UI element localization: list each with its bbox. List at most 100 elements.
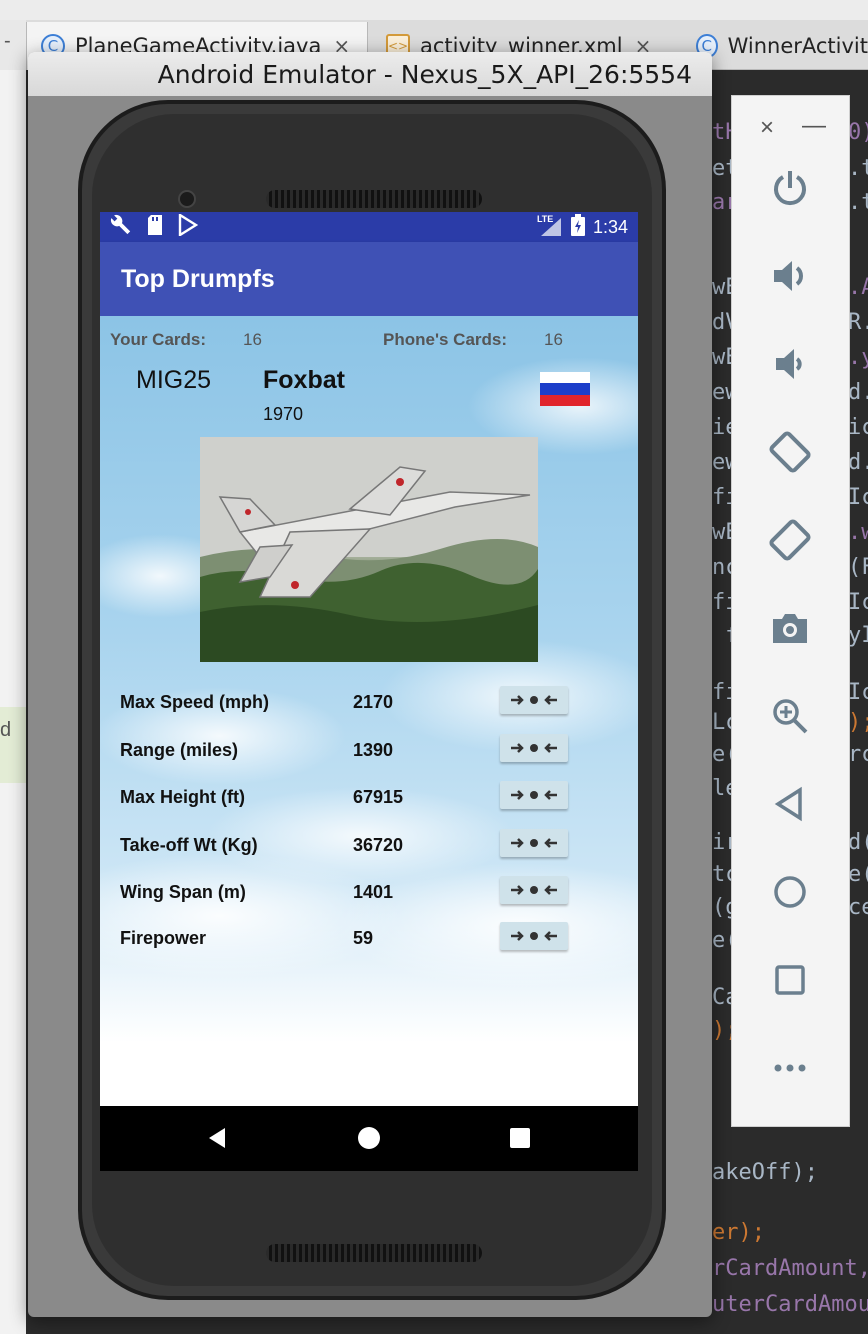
stat-label: Max Speed (mph)	[120, 692, 270, 712]
code-line: .A	[848, 275, 868, 300]
stat-value: 1401	[353, 882, 394, 902]
compare-icon	[511, 885, 557, 895]
phone-screen: LTE 1:34 Top Drumpfs Your Cards: 16 Phon…	[100, 212, 638, 1171]
bottom-speaker	[266, 1244, 482, 1262]
power-icon[interactable]	[762, 160, 818, 216]
stat-row: Max Speed (mph) 2170	[100, 682, 638, 726]
compare-button[interactable]	[500, 876, 568, 904]
more-icon[interactable]	[762, 1040, 818, 1096]
compare-button[interactable]	[500, 829, 568, 857]
code-line: ic	[848, 415, 868, 440]
tab-label: WinnerActivit	[727, 34, 868, 58]
gutter-text: d	[0, 719, 12, 741]
plane-name: Foxbat	[263, 366, 345, 394]
ide-tab-overflow[interactable]: -	[0, 20, 26, 70]
compare-button[interactable]	[500, 686, 568, 714]
app-bar: Top Drumpfs	[100, 242, 638, 316]
code-line: .w	[848, 520, 868, 545]
home-icon[interactable]	[357, 1126, 381, 1155]
code-line: akeOff);	[712, 1160, 818, 1185]
home-icon[interactable]	[762, 864, 818, 920]
compare-icon	[511, 838, 557, 848]
battery-icon	[570, 213, 585, 241]
plane-photo	[200, 437, 538, 662]
stat-row: Range (miles) 1390	[100, 730, 638, 774]
ide-title-strip	[0, 0, 868, 22]
your-cards-count: 16	[243, 330, 262, 349]
play-store-icon	[178, 212, 199, 241]
stat-label: Max Height (ft)	[120, 787, 245, 807]
code-line: .y	[848, 345, 868, 370]
gutter-highlight: d	[0, 707, 26, 783]
zoom-icon[interactable]	[762, 688, 818, 744]
wrench-icon	[110, 214, 132, 241]
code-line: e(	[848, 862, 868, 887]
compare-icon	[511, 790, 557, 800]
back-icon[interactable]	[205, 1126, 229, 1155]
stat-row: Take-off Wt (Kg) 36720	[100, 825, 638, 869]
compare-button[interactable]	[500, 781, 568, 809]
plane-code: MIG25	[136, 366, 212, 394]
android-nav-bar	[100, 1106, 638, 1171]
russia-flag-icon	[540, 372, 590, 406]
code-line: ce	[848, 895, 868, 920]
stat-value: 2170	[353, 692, 394, 712]
volume-down-icon[interactable]	[762, 336, 818, 392]
code-line: d.	[848, 450, 868, 475]
emulator-window: Android Emulator - Nexus_5X_API_26:5554	[28, 52, 712, 1317]
toolbar-minimize-icon[interactable]: —	[802, 112, 826, 140]
flag-stripe-red	[540, 394, 590, 406]
phone-cards-count: 16	[544, 330, 563, 349]
signal-icon: LTE	[536, 214, 563, 238]
compare-icon	[511, 931, 557, 941]
code-line: Ic	[848, 590, 868, 615]
compare-button[interactable]	[500, 734, 568, 762]
code-line: yI	[848, 623, 868, 648]
code-line: er);	[712, 1220, 765, 1245]
code-line: d(	[848, 830, 868, 855]
app-title: Top Drumpfs	[121, 264, 275, 293]
stat-label: Wing Span (m)	[120, 882, 246, 902]
code-line: );	[848, 710, 868, 735]
overview-icon[interactable]	[762, 952, 818, 1008]
code-line: 0)	[848, 120, 868, 145]
volume-up-icon[interactable]	[762, 248, 818, 304]
code-line: Ic	[848, 485, 868, 510]
toolbar-close-icon[interactable]: ×	[760, 114, 774, 142]
compare-icon	[511, 695, 557, 705]
sd-card-icon	[146, 214, 164, 241]
flag-stripe-blue	[540, 383, 590, 395]
your-cards-label: Your Cards:	[110, 330, 207, 349]
code-line: rc	[848, 742, 868, 767]
stat-row: Firepower 59	[100, 918, 638, 962]
emulator-titlebar[interactable]: Android Emulator - Nexus_5X_API_26:5554	[28, 52, 712, 96]
stat-row: Max Height (ft) 67915	[100, 777, 638, 821]
back-icon[interactable]	[762, 776, 818, 832]
code-line: rCardAmount,	[712, 1256, 868, 1281]
stat-label: Take-off Wt (Kg)	[120, 835, 258, 855]
emulator-toolbar: × —	[731, 95, 850, 1127]
stat-row: Wing Span (m) 1401	[100, 872, 638, 916]
rotate-left-icon[interactable]	[762, 424, 818, 480]
code-line: Ic	[848, 680, 868, 705]
card-content: Your Cards: 16 Phone's Cards: 16 MIG25 F…	[100, 316, 638, 1106]
tab-overflow-label: -	[4, 30, 11, 52]
overview-icon[interactable]	[510, 1128, 530, 1153]
stat-label: Range (miles)	[120, 740, 239, 760]
status-bar: LTE 1:34	[100, 212, 638, 242]
status-time: 1:34	[592, 216, 628, 237]
network-type: LTE	[536, 214, 554, 224]
compare-button[interactable]	[500, 922, 568, 950]
rotate-right-icon[interactable]	[762, 512, 818, 568]
camera-icon[interactable]	[762, 600, 818, 656]
stat-label: Firepower	[120, 928, 207, 948]
compare-icon	[511, 743, 557, 753]
front-camera-icon	[178, 190, 196, 208]
ide-gutter: d	[0, 70, 26, 1334]
code-line: uterCardAmou	[712, 1292, 868, 1317]
code-line: .t	[848, 190, 868, 215]
code-line: .t	[848, 156, 868, 181]
top-speaker	[266, 190, 482, 208]
stat-value: 67915	[353, 787, 404, 807]
stat-value: 59	[353, 928, 374, 948]
